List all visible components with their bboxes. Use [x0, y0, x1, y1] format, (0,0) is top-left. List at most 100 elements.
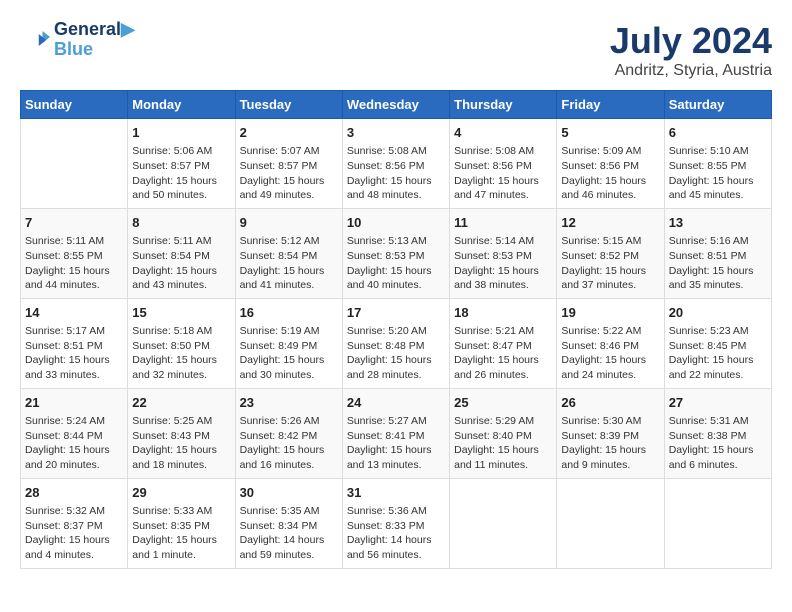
calendar-cell: 7 Sunrise: 5:11 AM Sunset: 8:55 PM Daylig…	[21, 208, 128, 298]
day-number: 5	[561, 124, 659, 142]
logo-icon	[20, 25, 50, 55]
calendar-week-3: 14Sunrise: 5:17 AM Sunset: 8:51 PM Dayli…	[21, 298, 772, 388]
day-info: Sunrise: 5:11 AM Sunset: 8:55 PM Dayligh…	[25, 234, 123, 293]
calendar-cell: 13 Sunrise: 5:16 AM Sunset: 8:51 PM Dayli…	[664, 208, 771, 298]
day-info: Sunrise: 5:20 AM Sunset: 8:48 PM Dayligh…	[347, 324, 445, 383]
day-number: 3	[347, 124, 445, 142]
calendar-cell	[21, 119, 128, 209]
calendar-cell: 24 Sunrise: 5:27 AM Sunset: 8:41 PM Dayli…	[342, 388, 449, 478]
calendar-cell: 5 Sunrise: 5:09 AM Sunset: 8:56 PM Daylig…	[557, 119, 664, 209]
calendar-cell: 12 Sunrise: 5:15 AM Sunset: 8:52 PM Dayli…	[557, 208, 664, 298]
day-info: Sunrise: 5:15 AM Sunset: 8:52 PM Dayligh…	[561, 234, 659, 293]
day-number: 22	[132, 394, 230, 412]
calendar-cell: 14Sunrise: 5:17 AM Sunset: 8:51 PM Dayli…	[21, 298, 128, 388]
calendar-cell: 31 Sunrise: 5:36 AM Sunset: 8:33 PM Dayli…	[342, 478, 449, 568]
day-number: 29	[132, 484, 230, 502]
calendar-cell: 16 Sunrise: 5:19 AM Sunset: 8:49 PM Dayli…	[235, 298, 342, 388]
day-number: 2	[240, 124, 338, 142]
day-number: 4	[454, 124, 552, 142]
day-info: Sunrise: 5:19 AM Sunset: 8:49 PM Dayligh…	[240, 324, 338, 383]
weekday-header-thursday: Thursday	[450, 91, 557, 119]
calendar-cell	[664, 478, 771, 568]
page-header: General▶ Blue July 2024 Andritz, Styria,…	[20, 20, 772, 80]
day-info: Sunrise: 5:32 AM Sunset: 8:37 PM Dayligh…	[25, 504, 123, 563]
weekday-header-row: SundayMondayTuesdayWednesdayThursdayFrid…	[21, 91, 772, 119]
calendar-cell: 3 Sunrise: 5:08 AM Sunset: 8:56 PM Daylig…	[342, 119, 449, 209]
day-number: 19	[561, 304, 659, 322]
day-info: Sunrise: 5:12 AM Sunset: 8:54 PM Dayligh…	[240, 234, 338, 293]
calendar-cell	[450, 478, 557, 568]
calendar-week-4: 21 Sunrise: 5:24 AM Sunset: 8:44 PM Dayli…	[21, 388, 772, 478]
calendar-body: 1 Sunrise: 5:06 AM Sunset: 8:57 PM Daylig…	[21, 119, 772, 569]
day-info: Sunrise: 5:06 AM Sunset: 8:57 PM Dayligh…	[132, 144, 230, 203]
day-number: 31	[347, 484, 445, 502]
day-info: Sunrise: 5:22 AM Sunset: 8:46 PM Dayligh…	[561, 324, 659, 383]
day-number: 11	[454, 214, 552, 232]
calendar-cell: 22 Sunrise: 5:25 AM Sunset: 8:43 PM Dayli…	[128, 388, 235, 478]
day-number: 24	[347, 394, 445, 412]
day-number: 17	[347, 304, 445, 322]
day-number: 18	[454, 304, 552, 322]
calendar-cell: 19 Sunrise: 5:22 AM Sunset: 8:46 PM Dayli…	[557, 298, 664, 388]
day-number: 28	[25, 484, 123, 502]
day-info: Sunrise: 5:18 AM Sunset: 8:50 PM Dayligh…	[132, 324, 230, 383]
calendar-week-2: 7 Sunrise: 5:11 AM Sunset: 8:55 PM Daylig…	[21, 208, 772, 298]
calendar-cell	[557, 478, 664, 568]
day-number: 13	[669, 214, 767, 232]
day-number: 21	[25, 394, 123, 412]
day-info: Sunrise: 5:09 AM Sunset: 8:56 PM Dayligh…	[561, 144, 659, 203]
calendar-cell: 27Sunrise: 5:31 AM Sunset: 8:38 PM Dayli…	[664, 388, 771, 478]
calendar-cell: 28 Sunrise: 5:32 AM Sunset: 8:37 PM Dayli…	[21, 478, 128, 568]
calendar-cell: 25Sunrise: 5:29 AM Sunset: 8:40 PM Dayli…	[450, 388, 557, 478]
calendar-week-1: 1 Sunrise: 5:06 AM Sunset: 8:57 PM Daylig…	[21, 119, 772, 209]
day-info: Sunrise: 5:24 AM Sunset: 8:44 PM Dayligh…	[25, 414, 123, 473]
calendar-cell: 9Sunrise: 5:12 AM Sunset: 8:54 PM Daylig…	[235, 208, 342, 298]
location: Andritz, Styria, Austria	[610, 62, 772, 80]
title-block: July 2024 Andritz, Styria, Austria	[610, 20, 772, 80]
day-number: 26	[561, 394, 659, 412]
day-info: Sunrise: 5:08 AM Sunset: 8:56 PM Dayligh…	[454, 144, 552, 203]
day-number: 23	[240, 394, 338, 412]
day-info: Sunrise: 5:25 AM Sunset: 8:43 PM Dayligh…	[132, 414, 230, 473]
calendar-cell: 2 Sunrise: 5:07 AM Sunset: 8:57 PM Daylig…	[235, 119, 342, 209]
day-info: Sunrise: 5:21 AM Sunset: 8:47 PM Dayligh…	[454, 324, 552, 383]
day-info: Sunrise: 5:16 AM Sunset: 8:51 PM Dayligh…	[669, 234, 767, 293]
calendar-cell: 20Sunrise: 5:23 AM Sunset: 8:45 PM Dayli…	[664, 298, 771, 388]
day-info: Sunrise: 5:36 AM Sunset: 8:33 PM Dayligh…	[347, 504, 445, 563]
day-info: Sunrise: 5:17 AM Sunset: 8:51 PM Dayligh…	[25, 324, 123, 383]
day-info: Sunrise: 5:08 AM Sunset: 8:56 PM Dayligh…	[347, 144, 445, 203]
calendar-cell: 1 Sunrise: 5:06 AM Sunset: 8:57 PM Daylig…	[128, 119, 235, 209]
calendar-cell: 29 Sunrise: 5:33 AM Sunset: 8:35 PM Dayli…	[128, 478, 235, 568]
day-number: 12	[561, 214, 659, 232]
calendar-cell: 6 Sunrise: 5:10 AM Sunset: 8:55 PM Daylig…	[664, 119, 771, 209]
calendar-cell: 8Sunrise: 5:11 AM Sunset: 8:54 PM Daylig…	[128, 208, 235, 298]
calendar-cell: 18 Sunrise: 5:21 AM Sunset: 8:47 PM Dayli…	[450, 298, 557, 388]
day-info: Sunrise: 5:33 AM Sunset: 8:35 PM Dayligh…	[132, 504, 230, 563]
day-info: Sunrise: 5:10 AM Sunset: 8:55 PM Dayligh…	[669, 144, 767, 203]
calendar-table: SundayMondayTuesdayWednesdayThursdayFrid…	[20, 90, 772, 569]
day-info: Sunrise: 5:13 AM Sunset: 8:53 PM Dayligh…	[347, 234, 445, 293]
day-info: Sunrise: 5:14 AM Sunset: 8:53 PM Dayligh…	[454, 234, 552, 293]
day-info: Sunrise: 5:27 AM Sunset: 8:41 PM Dayligh…	[347, 414, 445, 473]
day-number: 1	[132, 124, 230, 142]
day-info: Sunrise: 5:07 AM Sunset: 8:57 PM Dayligh…	[240, 144, 338, 203]
day-number: 16	[240, 304, 338, 322]
month-title: July 2024	[610, 20, 772, 62]
calendar-cell: 17 Sunrise: 5:20 AM Sunset: 8:48 PM Dayli…	[342, 298, 449, 388]
calendar-cell: 23 Sunrise: 5:26 AM Sunset: 8:42 PM Dayli…	[235, 388, 342, 478]
weekday-header-tuesday: Tuesday	[235, 91, 342, 119]
calendar-cell: 30Sunrise: 5:35 AM Sunset: 8:34 PM Dayli…	[235, 478, 342, 568]
day-number: 15	[132, 304, 230, 322]
day-number: 7	[25, 214, 123, 232]
day-info: Sunrise: 5:26 AM Sunset: 8:42 PM Dayligh…	[240, 414, 338, 473]
weekday-header-monday: Monday	[128, 91, 235, 119]
day-info: Sunrise: 5:11 AM Sunset: 8:54 PM Dayligh…	[132, 234, 230, 293]
day-info: Sunrise: 5:30 AM Sunset: 8:39 PM Dayligh…	[561, 414, 659, 473]
day-info: Sunrise: 5:35 AM Sunset: 8:34 PM Dayligh…	[240, 504, 338, 563]
day-info: Sunrise: 5:29 AM Sunset: 8:40 PM Dayligh…	[454, 414, 552, 473]
weekday-header-sunday: Sunday	[21, 91, 128, 119]
day-number: 6	[669, 124, 767, 142]
calendar-cell: 11 Sunrise: 5:14 AM Sunset: 8:53 PM Dayli…	[450, 208, 557, 298]
calendar-cell: 4 Sunrise: 5:08 AM Sunset: 8:56 PM Daylig…	[450, 119, 557, 209]
logo-text: General▶ Blue	[54, 20, 135, 60]
